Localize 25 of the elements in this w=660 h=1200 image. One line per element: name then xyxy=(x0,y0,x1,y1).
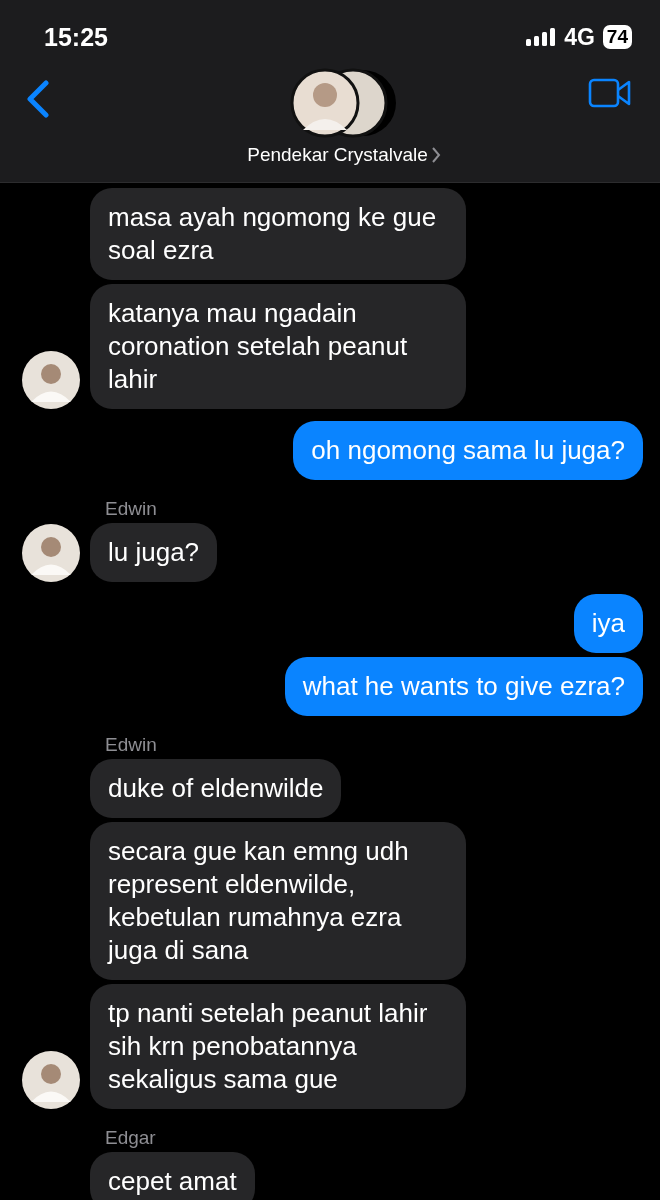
message-bubble: oh ngomong sama lu juga? xyxy=(293,421,643,480)
avatar-icon[interactable] xyxy=(22,524,80,582)
sender-name: Edwin xyxy=(105,734,157,756)
signal-icon xyxy=(526,28,557,46)
avatar-icon[interactable] xyxy=(22,351,80,409)
message-bubble: duke of eldenwilde xyxy=(90,759,342,818)
chevron-icon xyxy=(431,147,441,163)
message-bubble: katanya mau ngadain coronation setelah peanut lahir xyxy=(90,284,466,409)
status-time: 15:25 xyxy=(44,22,108,52)
avatar-group-icon[interactable] xyxy=(290,68,398,138)
message-bubble: iya xyxy=(573,594,643,653)
message-bubble: lu juga? xyxy=(90,523,218,582)
video-call-icon[interactable] xyxy=(588,78,632,108)
battery-indicator: 74 xyxy=(602,25,632,49)
message-bubble: tp nanti setelah peanut lahir sih krn penobatannya sekaligus sama gue xyxy=(90,984,466,1109)
message-bubble: masa ayah ngomong ke gue soal ezra xyxy=(90,188,466,280)
contact-name-button[interactable]: Pendekar Crystalvale xyxy=(247,144,441,166)
message-bubble: cepet amat xyxy=(90,1152,255,1200)
sender-name: Edgar xyxy=(105,1127,156,1149)
back-icon[interactable] xyxy=(26,80,50,118)
avatar-icon[interactable] xyxy=(22,1051,80,1109)
network-label: 4G xyxy=(564,23,595,51)
sender-name: Edwin xyxy=(105,498,157,520)
message-bubble: what he wants to give ezra? xyxy=(284,657,643,716)
message-bubble: secara gue kan emng udh represent eldenwilde, kebetulan rumahnya ezra juga di sana xyxy=(90,822,466,980)
